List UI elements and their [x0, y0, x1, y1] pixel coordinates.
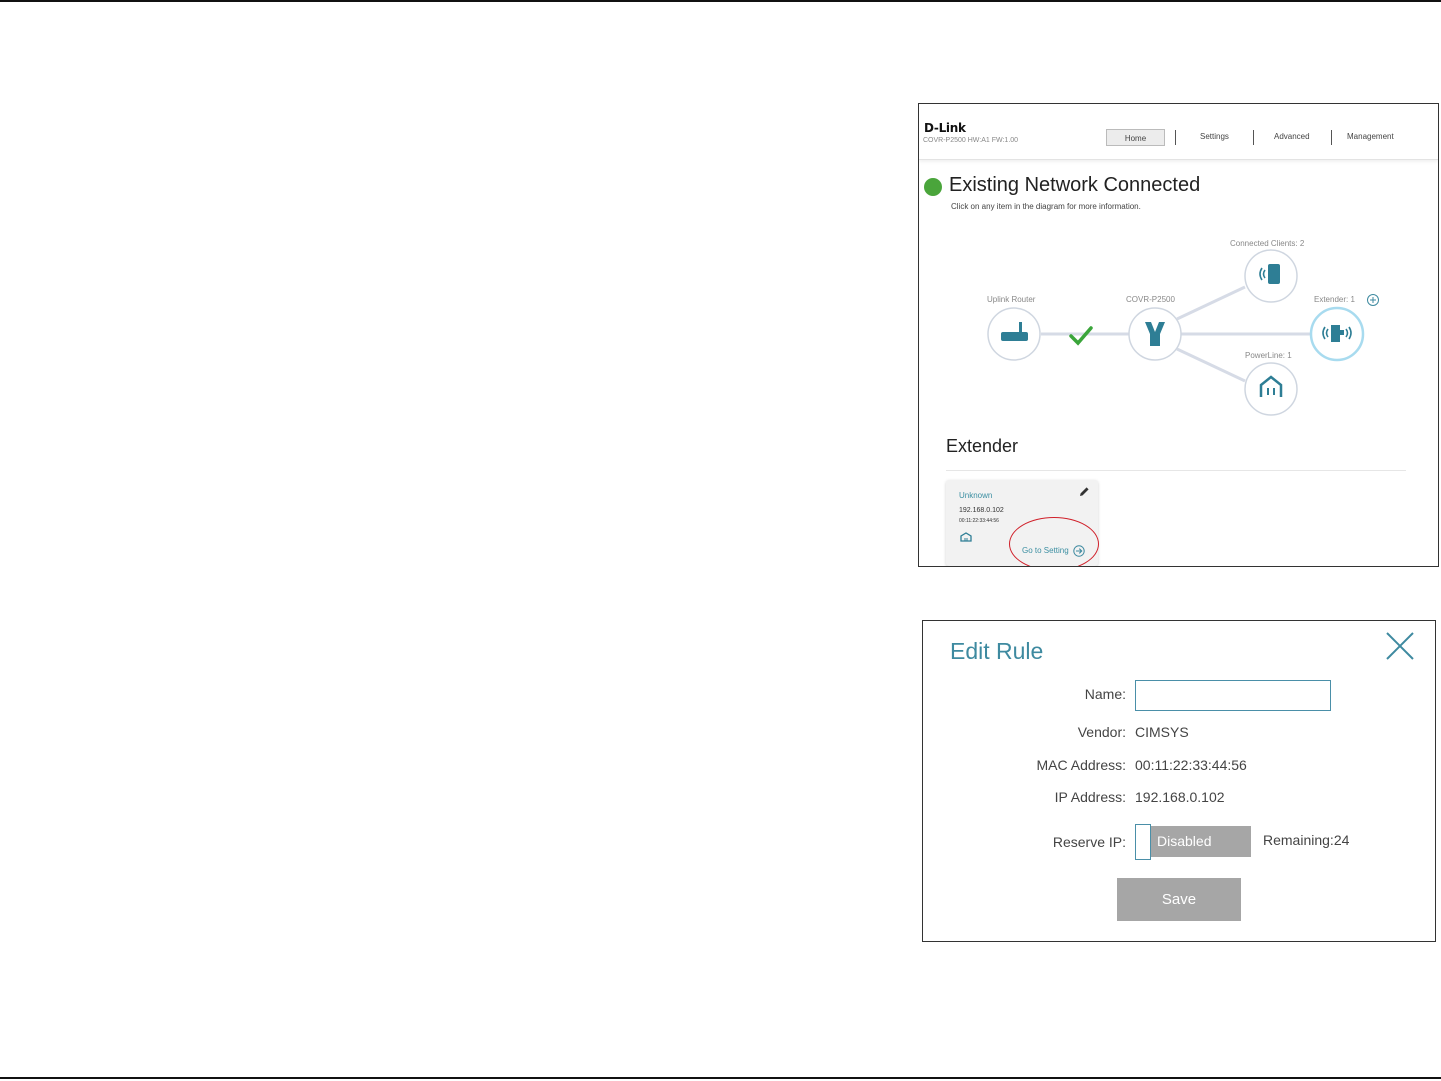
- powerline-label: PowerLine: 1: [1245, 351, 1292, 360]
- add-extender-icon: [1367, 294, 1379, 306]
- extender-mac: 00:11:22:33:44:56: [959, 518, 999, 524]
- toggle-state-label: Disabled: [1151, 826, 1251, 857]
- toggle-knob: [1135, 824, 1151, 860]
- router-home-screenshot: D-Link COVR-P2500 HW:A1 FW:1.00 Home Set…: [918, 103, 1439, 567]
- extender-section-title: Extender: [946, 436, 1019, 456]
- extender-ip: 192.168.0.102: [959, 507, 1004, 514]
- extender-node: [1309, 306, 1365, 362]
- remaining-count: Remaining:24: [1263, 832, 1350, 848]
- edit-rule-dialog: Edit Rule Name: Vendor: CIMSYS MAC Addre…: [922, 620, 1436, 942]
- highlight-circle: [1009, 517, 1099, 566]
- covr-device-node: [1128, 307, 1182, 361]
- extender-name: Unknown: [959, 491, 993, 500]
- house-icon: [960, 532, 972, 542]
- covr-device-label: COVR-P2500: [1126, 295, 1175, 304]
- close-icon[interactable]: [1383, 629, 1417, 663]
- uplink-router-node: [987, 307, 1041, 361]
- mac-address-label: MAC Address:: [1036, 757, 1126, 773]
- uplink-router-label: Uplink Router: [987, 295, 1036, 304]
- bottom-rule: [0, 1077, 1441, 1079]
- vendor-value: CIMSYS: [1135, 724, 1189, 740]
- section-divider: [946, 470, 1406, 471]
- save-button[interactable]: Save: [1117, 878, 1241, 921]
- name-label: Name:: [1084, 686, 1126, 702]
- vendor-label: Vendor:: [1077, 724, 1126, 740]
- extender-label: Extender: 1: [1314, 295, 1355, 304]
- connected-clients-node: [1244, 249, 1298, 303]
- reserve-ip-label: Reserve IP:: [1052, 834, 1126, 850]
- powerline-node: [1244, 362, 1298, 416]
- top-rule: [0, 0, 1441, 2]
- mac-address-value: 00:11:22:33:44:56: [1135, 757, 1247, 773]
- dialog-title: Edit Rule: [950, 638, 1044, 664]
- ip-address-value: 192.168.0.102: [1135, 789, 1225, 805]
- ip-address-label: IP Address:: [1054, 789, 1126, 805]
- reserve-ip-toggle[interactable]: Disabled: [1135, 824, 1251, 860]
- connected-clients-label: Connected Clients: 2: [1230, 239, 1305, 248]
- name-input[interactable]: [1135, 680, 1331, 711]
- edit-pencil-icon[interactable]: [1079, 486, 1090, 497]
